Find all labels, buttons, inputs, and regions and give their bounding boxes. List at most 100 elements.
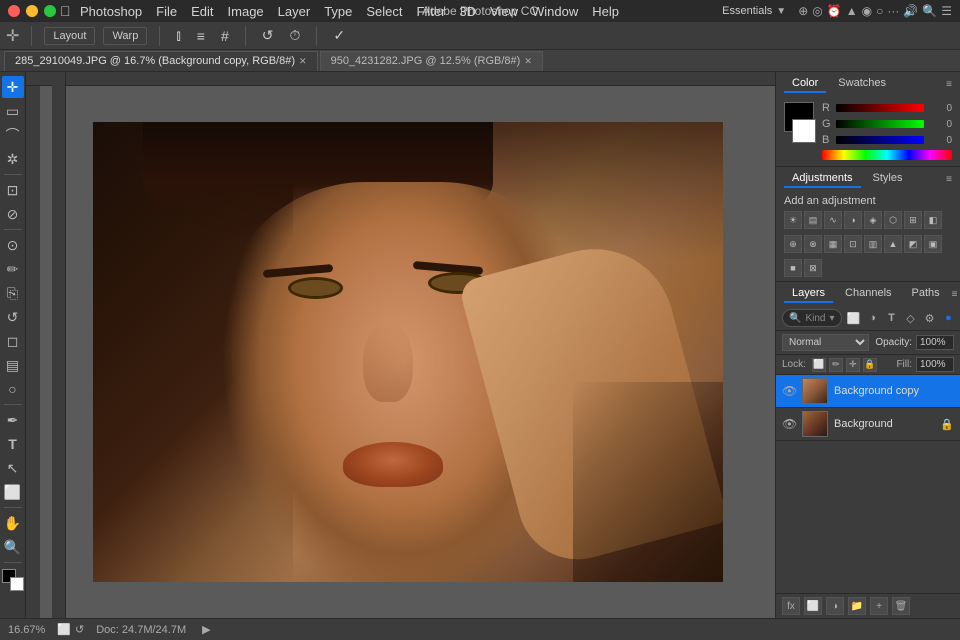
pen-tool[interactable]: ✒ <box>2 409 24 431</box>
sys-icon-4[interactable]: ▲ <box>846 4 858 18</box>
canvas-icon-2[interactable]: ↺ <box>75 623 84 636</box>
menu-type[interactable]: Type <box>324 4 352 19</box>
eye-icon-2[interactable]: 👁 <box>782 417 796 431</box>
menu-select[interactable]: Select <box>366 4 402 19</box>
crop-tool[interactable]: ⊡ <box>2 179 24 201</box>
filter-adjustment-icon[interactable]: ◑ <box>865 310 881 326</box>
channels-tab[interactable]: Channels <box>837 285 899 303</box>
eye-icon-1[interactable]: 👁 <box>782 384 796 398</box>
adj-exposure[interactable]: ◑ <box>844 211 862 229</box>
add-mask-button[interactable]: ⬜ <box>804 597 822 615</box>
maximize-button[interactable] <box>44 5 56 17</box>
filter-type-icon[interactable]: T <box>884 310 900 326</box>
adj-photofilter[interactable]: ⊕ <box>784 235 802 253</box>
adj-brightness[interactable]: ☀ <box>784 211 802 229</box>
warp-button[interactable]: Warp <box>103 27 147 45</box>
color-picker[interactable] <box>2 569 24 591</box>
sys-icon-10[interactable]: ☰ <box>941 4 952 18</box>
close-button[interactable] <box>8 5 20 17</box>
eraser-tool[interactable]: ◻ <box>2 330 24 352</box>
delete-layer-button[interactable]: 🗑 <box>892 597 910 615</box>
brush-tool[interactable]: ✏ <box>2 258 24 280</box>
tab-1-close[interactable]: ✕ <box>299 56 307 67</box>
layers-tab[interactable]: Layers <box>784 285 833 303</box>
layout-button[interactable]: Layout <box>44 27 95 45</box>
confirm-icon[interactable]: ✓ <box>329 25 349 46</box>
align-left-icon[interactable]: ⫾ <box>172 25 184 46</box>
add-fx-button[interactable]: fx <box>782 597 800 615</box>
move-tool-icon[interactable]: ✛ <box>6 26 19 46</box>
path-select-tool[interactable]: ↖ <box>2 457 24 479</box>
layers-search[interactable]: 🔍 Kind ▾ <box>782 309 842 327</box>
background-color[interactable] <box>10 577 24 591</box>
hand-tool[interactable]: ✋ <box>2 512 24 534</box>
clock-icon[interactable]: ⏱ <box>286 25 305 46</box>
background-swatch[interactable] <box>792 119 816 143</box>
menu-window[interactable]: Window <box>532 4 578 19</box>
tab-2[interactable]: 950_4231282.JPG @ 12.5% (RGB/8#) ✕ <box>320 51 543 71</box>
layers-panel-menu[interactable]: ≡ <box>952 289 958 300</box>
menu-edit[interactable]: Edit <box>191 4 213 19</box>
adj-selectivecolor[interactable]: ◩ <box>904 235 922 253</box>
lasso-tool[interactable]: ⌒ <box>2 124 24 146</box>
color-tab[interactable]: Color <box>784 75 826 93</box>
swatches-tab[interactable]: Swatches <box>830 75 894 93</box>
apple-icon[interactable]:  <box>60 3 71 19</box>
sys-icon-3[interactable]: ⏰ <box>827 4 842 18</box>
adjustments-tab[interactable]: Adjustments <box>784 170 861 188</box>
kind-chevron[interactable]: ▾ <box>829 313 834 324</box>
filter-smart-icon[interactable]: ⚙ <box>922 310 938 326</box>
adj-hue[interactable]: ⬡ <box>884 211 902 229</box>
align-grid-icon[interactable]: # <box>217 26 233 46</box>
layer-background-copy[interactable]: 👁 Background copy <box>776 375 960 408</box>
adj-threshold[interactable]: ▲ <box>884 235 902 253</box>
g-slider[interactable] <box>836 120 924 128</box>
b-slider[interactable] <box>836 136 924 144</box>
stamp-tool[interactable]: ⎘ <box>2 282 24 304</box>
r-slider[interactable] <box>836 104 924 112</box>
gradient-tool[interactable]: ▤ <box>2 354 24 376</box>
adj-blackwhite[interactable]: ◧ <box>924 211 942 229</box>
adj-solid-color[interactable]: ■ <box>784 259 802 277</box>
menu-layer[interactable]: Layer <box>278 4 311 19</box>
adj-panel-menu[interactable]: ≡ <box>946 174 952 185</box>
add-adjustment-button[interactable]: ◑ <box>826 597 844 615</box>
styles-tab[interactable]: Styles <box>865 170 911 188</box>
adj-channelmix[interactable]: ⊗ <box>804 235 822 253</box>
play-button[interactable]: ▶ <box>202 623 210 636</box>
blend-mode-select[interactable]: Normal <box>782 334 869 351</box>
zoom-tool[interactable]: 🔍 <box>2 536 24 558</box>
canvas-image[interactable] <box>93 122 723 582</box>
sys-icon-6[interactable]: ○ <box>876 4 883 18</box>
selection-tool[interactable]: ▭ <box>2 100 24 122</box>
text-tool[interactable]: T <box>2 433 24 455</box>
canvas-scroll-area[interactable] <box>40 86 775 618</box>
adj-invert[interactable]: ⊡ <box>844 235 862 253</box>
eyedropper-tool[interactable]: ⊘ <box>2 203 24 225</box>
adj-levels[interactable]: ▤ <box>804 211 822 229</box>
fill-input[interactable] <box>916 357 954 372</box>
menu-filter[interactable]: Filter <box>417 4 446 19</box>
menu-file[interactable]: File <box>156 4 177 19</box>
adj-pattern[interactable]: ⊠ <box>804 259 822 277</box>
lock-pixels[interactable]: ✏ <box>829 358 843 372</box>
lock-position[interactable]: ✛ <box>846 358 860 372</box>
menu-help[interactable]: Help <box>592 4 619 19</box>
sys-icon-7[interactable]: ··· <box>887 4 899 18</box>
history-brush-tool[interactable]: ↺ <box>2 306 24 328</box>
canvas-icon-1[interactable]: ⬜ <box>57 623 71 636</box>
tab-1[interactable]: 285_2910049.JPG @ 16.7% (Background copy… <box>4 51 318 71</box>
align-center-icon[interactable]: ≡ <box>193 26 209 46</box>
menu-photoshop[interactable]: Photoshop <box>80 4 142 19</box>
paths-tab[interactable]: Paths <box>904 285 948 303</box>
sys-icon-1[interactable]: ⊕ <box>798 4 808 18</box>
layer-background[interactable]: 👁 Background 🔒 <box>776 408 960 441</box>
menu-view[interactable]: View <box>490 4 518 19</box>
sys-icon-5[interactable]: ◉ <box>862 4 872 18</box>
opacity-input[interactable] <box>916 335 954 350</box>
magic-wand-tool[interactable]: ✲ <box>2 148 24 170</box>
filter-pixel-icon[interactable]: ⬜ <box>846 310 862 326</box>
sys-icon-8[interactable]: 🔊 <box>903 4 918 18</box>
adj-curves[interactable]: ∿ <box>824 211 842 229</box>
workspace-selector[interactable]: Essentials ▼ ⊕ ◎ ⏰ ▲ ◉ ○ ··· 🔊 🔍 ☰ <box>722 4 952 18</box>
